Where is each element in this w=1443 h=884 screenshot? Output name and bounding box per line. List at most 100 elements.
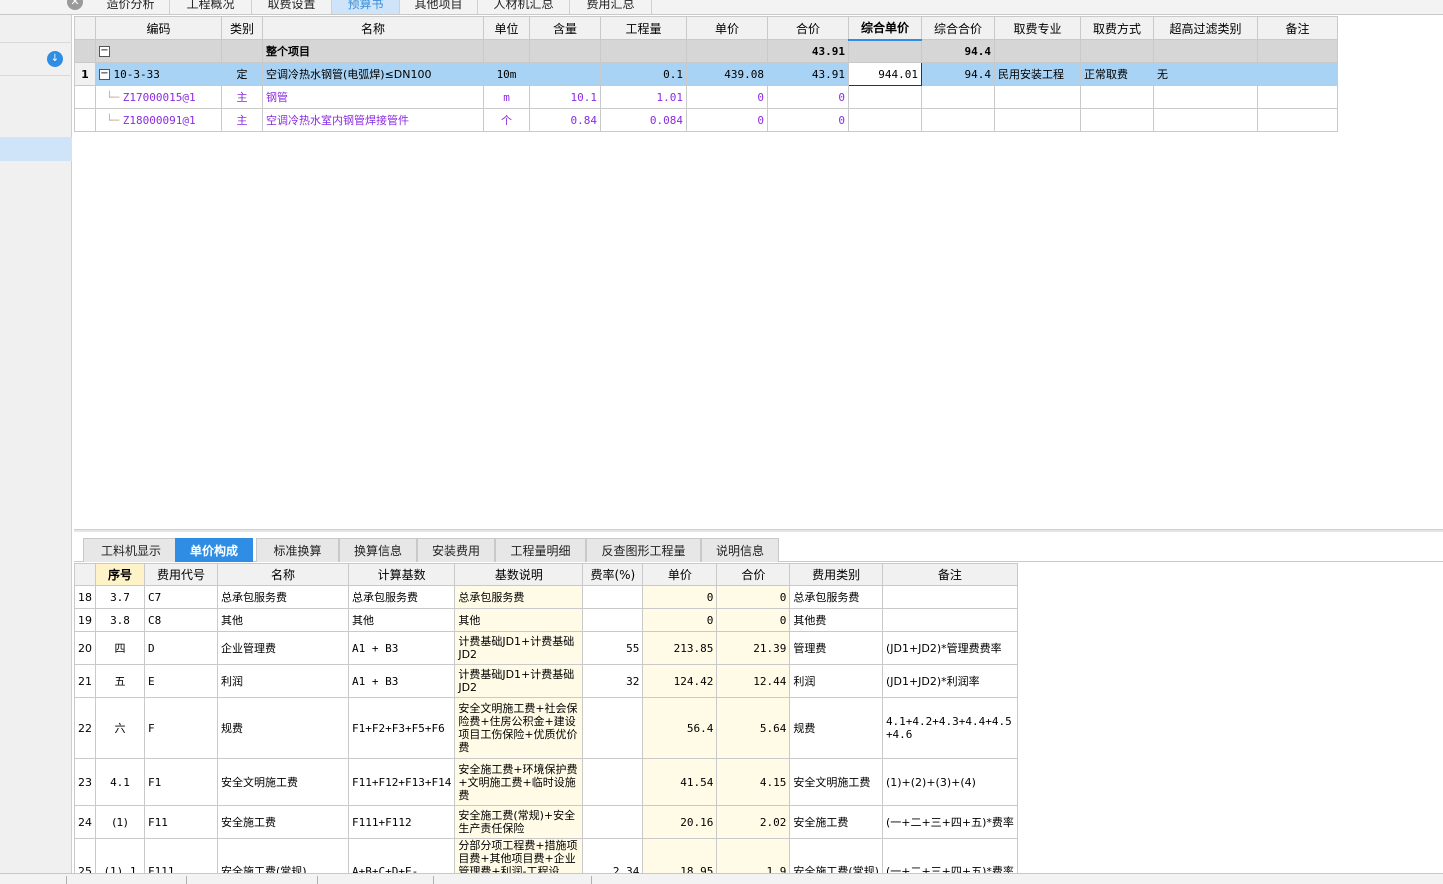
col-header-base-desc[interactable]: 基数说明 (454, 563, 584, 586)
fee-code[interactable]: F11 (144, 805, 218, 839)
composite-unit-price-input[interactable]: 944.01 (848, 62, 922, 86)
table-row[interactable]: 1 − 10-3-33 定 空调冷热水钢管(电弧焊)≤DN100 10m 0.1… (74, 62, 1338, 86)
table-row[interactable]: 22 六 F 规费 F1+F2+F3+F5+F6 安全文明施工费+社会保险费+住… (74, 697, 1018, 759)
table-row[interactable]: 23 4.1 F1 安全文明施工费 F11+F12+F13+F14 安全施工费+… (74, 758, 1018, 806)
group-row[interactable]: − 整个项目 43.91 94.4 (74, 39, 1338, 63)
item-name[interactable]: 钢管 (262, 85, 484, 109)
col-header-name[interactable]: 名称 (262, 16, 484, 40)
item-quantity[interactable]: 0.084 (600, 108, 687, 132)
item-name[interactable]: 空调冷热水钢管(电弧焊)≤DN100 (262, 62, 484, 86)
fee-name[interactable]: 安全文明施工费 (217, 758, 349, 806)
fee-category[interactable]: 利润 (789, 664, 883, 698)
tab-quantity-details[interactable]: 工程量明细 (495, 538, 586, 562)
fee-rate[interactable] (582, 758, 644, 806)
tab-installation-fees[interactable]: 安装费用 (417, 538, 495, 562)
item-note[interactable] (1257, 85, 1338, 109)
table-row[interactable]: 18 3.7 C7 总承包服务费 总承包服务费 总承包服务费 0 0 总承包服务… (74, 585, 1018, 609)
col-header-total[interactable]: 合价 (767, 16, 849, 40)
item-quantity[interactable]: 1.01 (600, 85, 687, 109)
item-note[interactable] (1257, 108, 1338, 132)
fee-calc-base[interactable]: A1 + B3 (347, 664, 456, 698)
col-header-unit-price[interactable]: 单价 (686, 16, 768, 40)
col-header-type[interactable]: 类别 (221, 16, 263, 40)
col-header-note[interactable]: 备注 (1257, 16, 1338, 40)
tab-fee-settings[interactable]: 取费设置 (252, 0, 332, 14)
tab-project-overview[interactable]: 工程概况 (170, 0, 252, 14)
col-header-name[interactable]: 名称 (217, 563, 349, 586)
fee-note[interactable]: (1)+(2)+(3)+(4) (881, 758, 1018, 806)
download-icon[interactable]: ↓ (47, 51, 63, 67)
item-unit-price[interactable]: 0 (686, 85, 768, 109)
tab-conversion-info[interactable]: 换算信息 (339, 538, 417, 562)
fee-calc-base[interactable]: 其他 (347, 608, 456, 632)
fee-rate[interactable]: 55 (582, 631, 644, 665)
tab-other-items[interactable]: 其他项目 (400, 0, 478, 14)
fee-calc-base[interactable]: 总承包服务费 (347, 585, 456, 609)
col-header-fee-method[interactable]: 取费方式 (1080, 16, 1154, 40)
col-header-code[interactable]: 编码 (95, 16, 222, 40)
table-row[interactable]: └─ Z18000091@1 主 空调冷热水室内钢管焊接管件 个 0.84 0.… (74, 108, 1338, 132)
item-composite-unit-price[interactable] (848, 85, 922, 109)
tab-labor-material-summary[interactable]: 人材机汇总 (478, 0, 570, 14)
fee-name[interactable]: 规费 (217, 697, 349, 759)
item-note[interactable] (1257, 62, 1338, 86)
item-name[interactable]: 空调冷热水室内钢管焊接管件 (262, 108, 484, 132)
item-fee-specialty[interactable] (994, 108, 1081, 132)
col-header-rate[interactable]: 费率(%) (582, 563, 644, 586)
col-header-filter-type[interactable]: 超高过滤类别 (1153, 16, 1258, 40)
col-header-composite-total[interactable]: 综合合价 (921, 16, 995, 40)
fee-calc-base[interactable]: F111+F112 (347, 805, 456, 839)
col-header-total[interactable]: 合价 (716, 563, 791, 586)
item-fee-method[interactable] (1080, 108, 1154, 132)
fee-note[interactable]: (JD1+JD2)*利润率 (881, 664, 1018, 698)
fee-code[interactable]: C7 (144, 585, 218, 609)
col-header-note[interactable]: 备注 (881, 563, 1018, 586)
collapse-toggle-icon[interactable]: − (99, 69, 110, 80)
fee-rate[interactable] (582, 608, 644, 632)
item-unit[interactable]: m (483, 85, 530, 109)
col-header-fee-category[interactable]: 费用类别 (789, 563, 883, 586)
col-header-unit[interactable]: 单位 (483, 16, 530, 40)
item-quantity[interactable]: 0.1 (600, 62, 687, 86)
fee-category[interactable]: 管理费 (789, 631, 883, 665)
col-header-content[interactable]: 含量 (529, 16, 601, 40)
item-content[interactable]: 10.1 (529, 85, 601, 109)
fee-note[interactable] (881, 585, 1018, 609)
item-fee-method[interactable]: 正常取费 (1080, 62, 1154, 86)
fee-note[interactable]: (一+二+三+四+五)*费率 (881, 805, 1018, 839)
fee-note[interactable]: 4.1+4.2+4.3+4.4+4.5+4.6 (881, 697, 1018, 759)
fee-code[interactable]: F (144, 697, 218, 759)
fee-name[interactable]: 利润 (217, 664, 349, 698)
tab-fee-summary[interactable]: 费用汇总 (570, 0, 652, 14)
table-row[interactable]: 24 (1) F11 安全施工费 F111+F112 安全施工费(常规)+安全生… (74, 805, 1018, 839)
fee-code[interactable]: D (144, 631, 218, 665)
fee-name[interactable]: 安全施工费 (217, 805, 349, 839)
tab-standard-conversion[interactable]: 标准换算 (256, 538, 339, 562)
fee-rate[interactable] (582, 805, 644, 839)
item-unit[interactable]: 个 (483, 108, 530, 132)
item-fee-specialty[interactable]: 民用安装工程 (994, 62, 1081, 86)
item-filter-type[interactable] (1153, 108, 1258, 132)
fee-code[interactable]: F1 (144, 758, 218, 806)
table-row[interactable]: 21 五 E 利润 A1 + B3 计费基础JD1+计费基础JD2 32 124… (74, 664, 1018, 698)
fee-category[interactable]: 总承包服务费 (789, 585, 883, 609)
fee-calc-base[interactable]: F11+F12+F13+F14 (347, 758, 456, 806)
item-filter-type[interactable]: 无 (1153, 62, 1258, 86)
item-fee-specialty[interactable] (994, 85, 1081, 109)
tab-cost-analysis[interactable]: 造价分析 (92, 0, 170, 14)
col-header-fee-code[interactable]: 费用代号 (144, 563, 218, 586)
fee-category[interactable]: 其他费 (789, 608, 883, 632)
fee-rate[interactable]: 32 (582, 664, 644, 698)
fee-name[interactable]: 总承包服务费 (217, 585, 349, 609)
item-content[interactable]: 0.84 (529, 108, 601, 132)
col-header-seq[interactable]: 序号 (95, 563, 145, 586)
fee-note[interactable] (881, 608, 1018, 632)
item-unit-price[interactable]: 439.08 (686, 62, 768, 86)
fee-calc-base[interactable]: F1+F2+F3+F5+F6 (347, 697, 456, 759)
fee-category[interactable]: 安全文明施工费 (789, 758, 883, 806)
fee-calc-base[interactable]: A1 + B3 (347, 631, 456, 665)
tab-description-info[interactable]: 说明信息 (701, 538, 779, 562)
tab-budget-book[interactable]: 预算书 (332, 0, 400, 14)
col-header-quantity[interactable]: 工程量 (600, 16, 687, 40)
fee-note[interactable]: (JD1+JD2)*管理费费率 (881, 631, 1018, 665)
